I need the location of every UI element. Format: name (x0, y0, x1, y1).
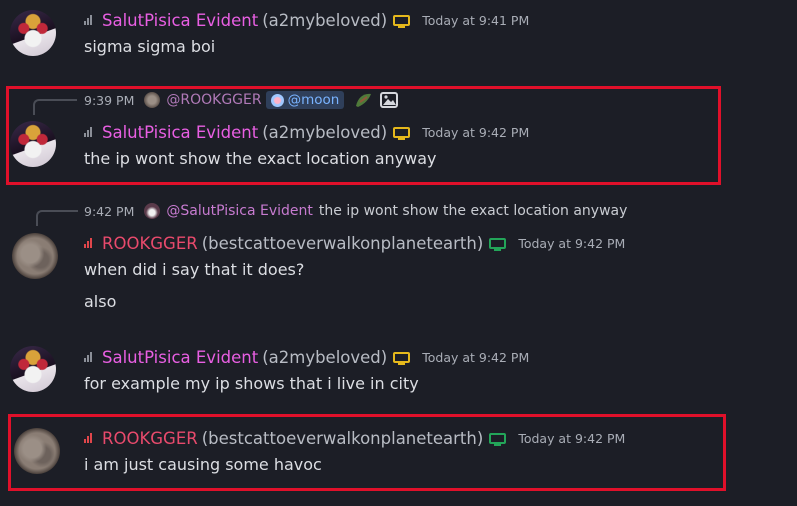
signal-icon (84, 352, 92, 362)
reply-avatar (144, 203, 161, 219)
message-header: ROOKGGER (bestcattoeverwalkonplanetearth… (84, 426, 625, 450)
reply-preview[interactable]: 9:39 PM @ROOKGGER @moon (84, 90, 399, 110)
author-name[interactable]: SalutPisica Evident (102, 348, 258, 367)
timestamp: Today at 9:42 PM (422, 124, 530, 140)
desktop-icon (393, 14, 411, 28)
desktop-icon (489, 237, 507, 251)
reply-avatar (144, 92, 161, 108)
avatar[interactable] (12, 233, 58, 279)
message-header: SalutPisica Evident (a2mybeloved) Today … (84, 345, 529, 369)
mention-pill[interactable]: @moon (265, 91, 345, 109)
message-header: ROOKGGER (bestcattoeverwalkonplanetearth… (84, 231, 625, 255)
image-icon (380, 92, 399, 108)
avatar[interactable] (10, 346, 56, 392)
author-handle: (bestcattoeverwalkonplanetearth) (201, 233, 484, 253)
desktop-icon (393, 351, 411, 365)
reply-author[interactable]: @SalutPisica Evident (166, 203, 313, 219)
timestamp: Today at 9:42 PM (422, 349, 530, 365)
author-name[interactable]: ROOKGGER (102, 429, 198, 448)
message-text: sigma sigma boi (84, 37, 216, 56)
reply-text: the ip wont show the exact location anyw… (318, 203, 628, 219)
message-text: for example my ip shows that i live in c… (84, 374, 419, 393)
signal-icon (84, 15, 92, 25)
mention-text: @moon (287, 92, 340, 108)
reply-time: 9:39 PM (84, 92, 135, 108)
reply-preview[interactable]: 9:42 PM @SalutPisica Evident the ip wont… (84, 201, 627, 221)
moon-avatar-icon (270, 93, 284, 107)
message-header: SalutPisica Evident (a2mybeloved) Today … (84, 120, 529, 144)
message-header: SalutPisica Evident (a2mybeloved) Today … (84, 8, 529, 32)
sticker-icon (354, 91, 374, 109)
reply-connector (36, 210, 78, 226)
author-handle: (bestcattoeverwalkonplanetearth) (201, 428, 484, 448)
author-name[interactable]: ROOKGGER (102, 234, 198, 253)
message-text: also (84, 292, 117, 311)
signal-icon (84, 433, 92, 443)
timestamp: Today at 9:41 PM (422, 12, 530, 28)
signal-icon (84, 127, 92, 137)
author-handle: (a2mybeloved) (262, 347, 388, 367)
message-text: when did i say that it does? (84, 260, 305, 279)
desktop-icon (489, 432, 507, 446)
avatar[interactable] (10, 121, 56, 167)
reply-connector (33, 99, 77, 115)
timestamp: Today at 9:42 PM (518, 235, 626, 251)
author-handle: (a2mybeloved) (262, 122, 388, 142)
signal-icon (84, 238, 92, 248)
message-text: i am just causing some havoc (84, 455, 322, 474)
author-name[interactable]: SalutPisica Evident (102, 123, 258, 142)
reply-time: 9:42 PM (84, 203, 135, 219)
reply-author[interactable]: @ROOKGGER (166, 92, 261, 108)
message-text: the ip wont show the exact location anyw… (84, 149, 437, 168)
avatar[interactable] (14, 428, 60, 474)
avatar[interactable] (10, 10, 56, 56)
author-name[interactable]: SalutPisica Evident (102, 11, 258, 30)
desktop-icon (393, 126, 411, 140)
timestamp: Today at 9:42 PM (518, 430, 626, 446)
author-handle: (a2mybeloved) (262, 10, 388, 30)
